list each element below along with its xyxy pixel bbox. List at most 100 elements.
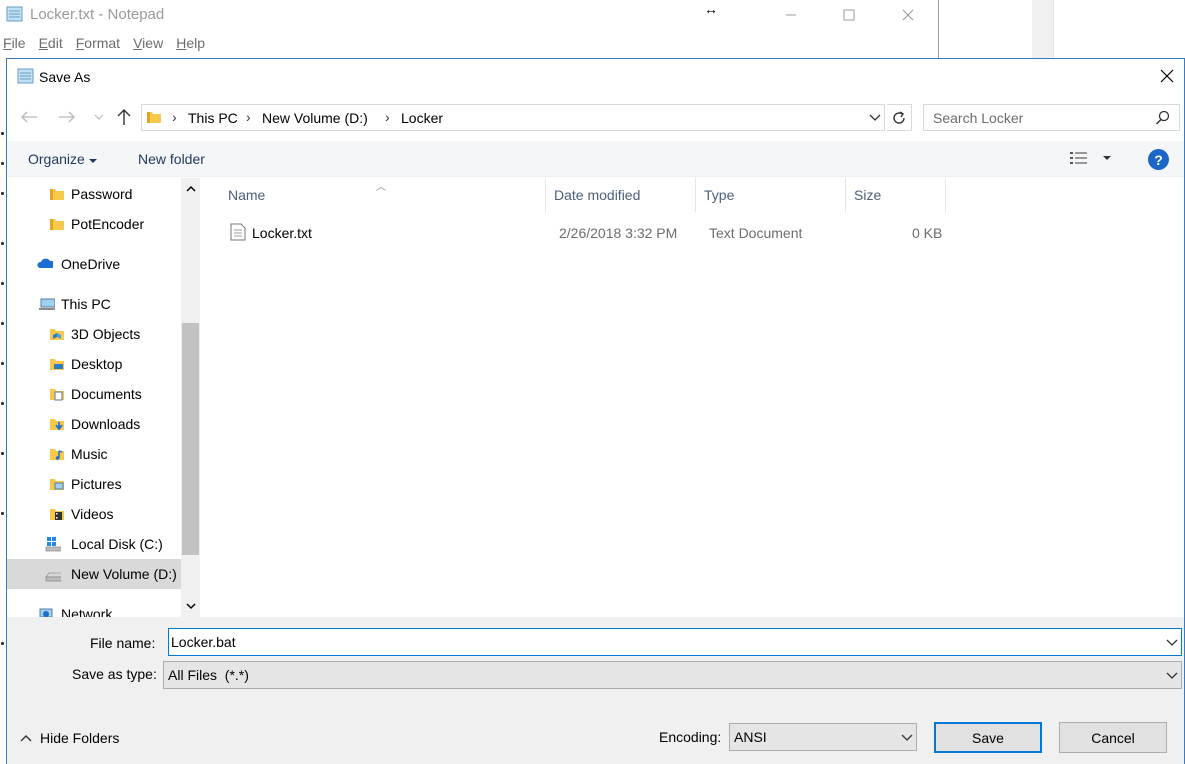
file-list: ︿ Name Date modified Type Size Locker.tx… (200, 178, 1184, 617)
maximize-icon (843, 9, 855, 21)
save-as-dialog: Save As › This PC › New Volume (D:) › Lo… (6, 58, 1185, 764)
column-header-name[interactable]: Name (220, 178, 546, 212)
windows-drive-icon (45, 537, 61, 552)
breadcrumb-separator: › (246, 109, 251, 125)
scrollbar-thumb[interactable] (182, 323, 199, 555)
menu-view[interactable]: View (133, 35, 163, 55)
navigation-pane: Password PotEncoder OneDrive This PC 3D … (7, 178, 200, 617)
chevron-down-icon[interactable] (1165, 635, 1179, 649)
column-header-date-modified[interactable]: Date modified (546, 178, 696, 212)
notepad-menu-bar: File Edit Format View Help (0, 35, 215, 55)
computer-icon (39, 298, 55, 310)
arrow-up-icon (117, 109, 131, 125)
chevron-down-icon[interactable] (868, 110, 882, 124)
save-button[interactable]: Save (934, 722, 1042, 753)
folder-icon (50, 189, 64, 200)
network-icon (39, 608, 53, 617)
menu-format[interactable]: Format (76, 35, 120, 55)
minimize-icon (786, 14, 796, 16)
close-icon (902, 9, 914, 21)
chevron-down-icon (185, 603, 196, 610)
nav-item-potencoder[interactable]: PotEncoder (7, 209, 181, 239)
cancel-button[interactable]: Cancel (1059, 722, 1167, 753)
change-view-button[interactable] (1069, 150, 1111, 166)
help-button[interactable]: ? (1148, 149, 1169, 170)
save-as-type-label: Save as type: (72, 666, 157, 682)
help-icon: ? (1154, 151, 1163, 168)
scroll-down-button[interactable] (181, 597, 200, 615)
breadcrumb-separator: › (172, 109, 177, 125)
address-row: › This PC › New Volume (D:) › Locker (7, 95, 1184, 139)
drive-icon (45, 572, 61, 582)
chevron-up-icon (185, 185, 196, 192)
breadcrumb-new-volume[interactable]: New Volume (D:) (262, 110, 368, 126)
menu-file[interactable]: File (3, 35, 26, 55)
notepad-title-bar: Locker.txt - Notepad ↔ (0, 0, 939, 30)
file-name: Locker.txt (252, 225, 312, 241)
caret-down-icon (88, 159, 97, 163)
recent-locations-button[interactable] (87, 105, 111, 129)
nav-item-onedrive[interactable]: OneDrive (7, 249, 181, 279)
file-row[interactable]: Locker.txt 2/26/2018 3:32 PM Text Docume… (228, 218, 944, 248)
save-options-panel: File name: Save as type: All Files (*.*)… (7, 617, 1184, 764)
onedrive-icon (37, 258, 53, 268)
breadcrumb-this-pc[interactable]: This PC (188, 110, 238, 126)
breadcrumb-separator: › (385, 109, 390, 125)
refresh-icon (893, 110, 905, 124)
navigation-scrollbar[interactable] (181, 178, 200, 617)
search-input[interactable] (924, 105, 1144, 130)
notepad-icon (6, 6, 23, 22)
menu-help[interactable]: Help (176, 35, 205, 55)
address-bar[interactable]: › This PC › New Volume (D:) › Locker (141, 104, 885, 131)
new-folder-button[interactable]: New folder (138, 151, 205, 167)
refresh-button[interactable] (887, 104, 912, 131)
chevron-up-icon (20, 735, 32, 742)
nav-item-downloads[interactable]: Downloads (7, 409, 181, 439)
notepad-title: Locker.txt - Notepad (30, 6, 165, 23)
search-icon (1155, 110, 1170, 125)
breadcrumb-locker[interactable]: Locker (401, 110, 443, 126)
nav-item-videos[interactable]: Videos (7, 499, 181, 529)
column-header-type[interactable]: Type (696, 178, 846, 212)
scroll-up-button[interactable] (181, 180, 200, 198)
nav-item-3d-objects[interactable]: 3D Objects (7, 319, 181, 349)
column-header-size[interactable]: Size (846, 178, 946, 212)
up-button[interactable] (112, 105, 136, 129)
command-bar: Organize New folder ? (7, 141, 1184, 177)
details-view-icon (1070, 152, 1087, 164)
save-as-type-select[interactable]: All Files (*.*) (163, 661, 1182, 689)
nav-item-network[interactable]: Network (7, 599, 181, 617)
encoding-select[interactable]: ANSI (729, 723, 917, 751)
desktop-folder-icon (50, 359, 64, 370)
arrow-right-icon (59, 111, 75, 123)
nav-item-local-disk-c[interactable]: Local Disk (C:) (7, 529, 181, 559)
nav-item-password[interactable]: Password (7, 179, 181, 209)
organize-button[interactable]: Organize (28, 151, 97, 167)
documents-folder-icon (50, 389, 64, 401)
hide-folders-button[interactable]: Hide Folders (19, 730, 119, 746)
chevron-down-icon (901, 734, 913, 741)
file-name-combobox[interactable] (168, 628, 1182, 656)
encoding-value: ANSI (734, 729, 767, 745)
minimize-button[interactable] (768, 0, 814, 30)
forward-button[interactable] (55, 105, 79, 129)
nav-item-pictures[interactable]: Pictures (7, 469, 181, 499)
nav-item-new-volume-d[interactable]: New Volume (D:) (7, 559, 181, 589)
notepad-close-button[interactable] (885, 0, 931, 30)
file-date-modified: 2/26/2018 3:32 PM (559, 225, 678, 241)
nav-item-this-pc[interactable]: This PC (7, 289, 181, 319)
file-name-input[interactable] (169, 629, 1159, 655)
resize-cursor-icon: ↔ (704, 1, 718, 17)
maximize-button[interactable] (826, 0, 872, 30)
save-as-type-value: All Files (*.*) (168, 667, 249, 683)
menu-edit[interactable]: Edit (39, 35, 63, 55)
pictures-folder-icon (50, 479, 64, 490)
nav-item-music[interactable]: Music (7, 439, 181, 469)
chevron-down-icon (1166, 672, 1178, 679)
nav-item-documents[interactable]: Documents (7, 379, 181, 409)
search-box[interactable] (923, 104, 1180, 131)
back-button[interactable] (17, 105, 41, 129)
dialog-close-button[interactable] (1154, 63, 1180, 89)
background-window-edge (1032, 0, 1054, 60)
nav-item-desktop[interactable]: Desktop (7, 349, 181, 379)
